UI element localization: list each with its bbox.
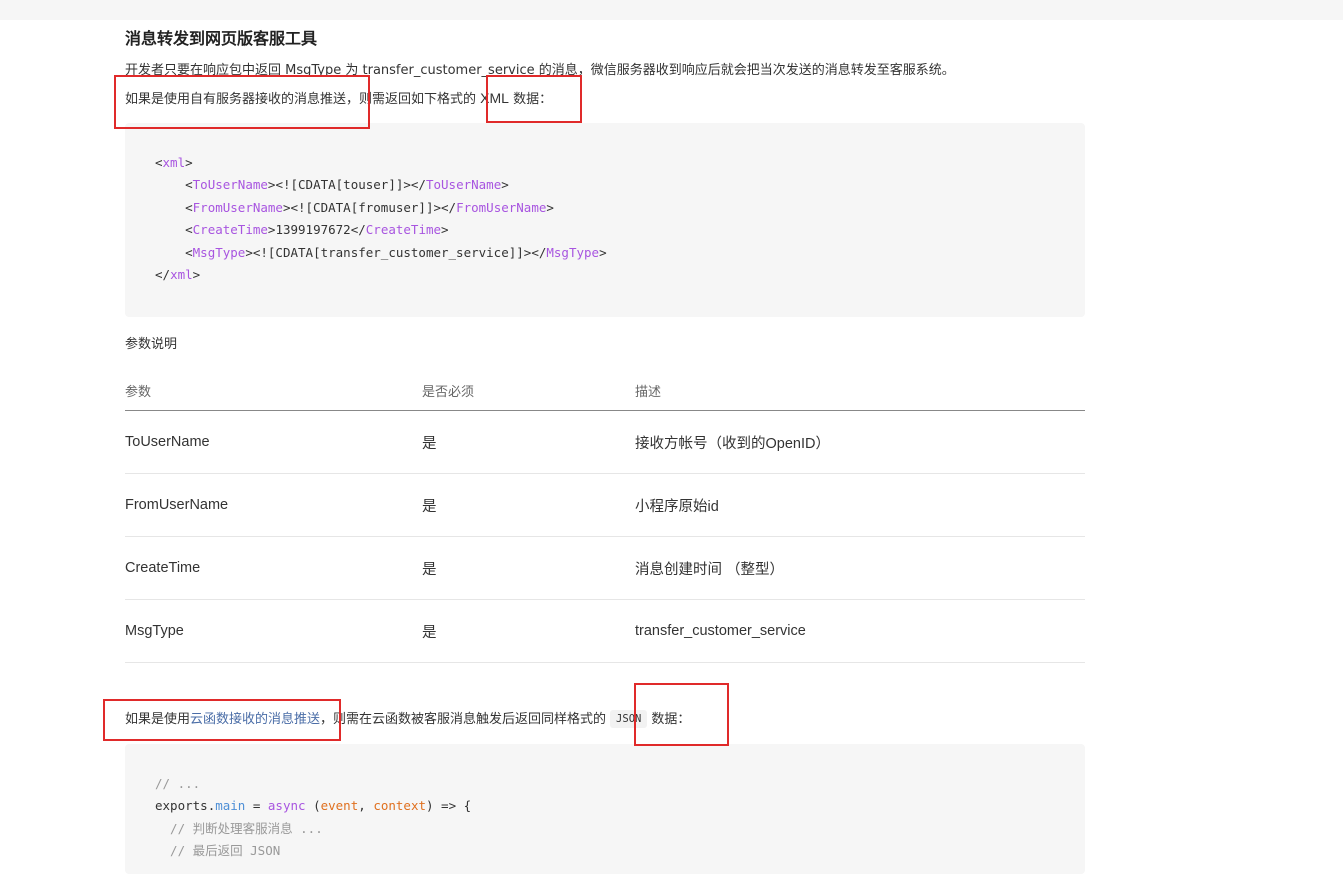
js-code-block: // ... exports.main = async (event, cont… <box>125 744 1085 874</box>
xml-field-close-tag: MsgType <box>546 244 600 260</box>
xml-field-close-tag: ToUserName <box>425 177 502 193</box>
param-name: MsgType <box>125 599 422 663</box>
xml-code-block: <xml> <ToUserName><![CDATA[touser]]></To… <box>125 123 1085 317</box>
params-label: 参数说明 <box>125 337 178 352</box>
code-comma: , <box>358 798 374 814</box>
header-description: 描述 <box>635 370 1085 411</box>
code-exports: exports <box>155 798 208 814</box>
highlight-box-server-push <box>114 75 370 129</box>
table-row: MsgType 是 transfer_customer_service <box>125 599 1085 663</box>
xml-field-value: <![CDATA[transfer_customer_service]]> <box>252 244 532 260</box>
code-main: main <box>215 798 246 814</box>
code-context: context <box>373 798 426 814</box>
param-description: transfer_customer_service <box>635 599 1085 663</box>
js-code: // ... exports.main = async (event, cont… <box>155 773 471 863</box>
param-description: 消息创建时间 （整型） <box>635 536 1085 600</box>
param-required: 是 <box>422 536 635 600</box>
params-table: 参数 是否必须 描述 ToUserName 是 接收方帐号（收到的OpenID）… <box>125 370 1085 663</box>
xml-field-value: 1399197672 <box>275 222 351 238</box>
code-comment: // 判断处理客服消息 ... <box>155 820 323 836</box>
param-name: ToUserName <box>125 410 422 474</box>
top-bar <box>0 0 1343 20</box>
code-async: async <box>267 798 306 814</box>
param-name: FromUserName <box>125 473 422 537</box>
param-required: 是 <box>422 473 635 537</box>
section-title: 消息转发到网页版客服工具 <box>125 29 318 48</box>
xml-close-tag: xml <box>170 267 193 283</box>
xml-code: <xml> <ToUserName><![CDATA[touser]]></To… <box>155 155 607 283</box>
xml-field-value: <![CDATA[touser]]> <box>275 177 411 193</box>
code-comment: // ... <box>155 776 201 791</box>
highlight-box-json <box>634 683 729 746</box>
header-required: 是否必须 <box>422 370 635 411</box>
param-required: 是 <box>422 599 635 663</box>
param-description: 接收方帐号（收到的OpenID） <box>635 410 1085 474</box>
xml-field-value: <![CDATA[fromuser]]> <box>290 199 441 215</box>
xml-open-tag: xml <box>162 155 186 170</box>
param-description: 小程序原始id <box>635 473 1085 537</box>
table-row: FromUserName 是 小程序原始id <box>125 473 1085 537</box>
highlight-box-cloud-push <box>103 699 341 741</box>
code-open-paren: ( <box>305 798 321 814</box>
xml-field-tag: CreateTime <box>192 222 268 238</box>
xml-field-tag: MsgType <box>192 244 246 260</box>
table-header-row: 参数 是否必须 描述 <box>125 370 1085 411</box>
code-eq: = <box>245 798 268 814</box>
code-arrow: ) => { <box>426 798 472 814</box>
xml-field-tag: ToUserName <box>192 177 268 193</box>
header-param: 参数 <box>125 370 422 411</box>
xml-field-close-tag: CreateTime <box>365 222 442 238</box>
table-row: ToUserName 是 接收方帐号（收到的OpenID） <box>125 410 1085 474</box>
table-row: CreateTime 是 消息创建时间 （整型） <box>125 536 1085 600</box>
param-name: CreateTime <box>125 536 422 600</box>
code-event: event <box>320 798 359 814</box>
xml-field-tag: FromUserName <box>192 199 283 215</box>
xml-field-close-tag: FromUserName <box>456 199 547 215</box>
highlight-box-xml <box>486 75 582 123</box>
param-required: 是 <box>422 410 635 474</box>
code-comment: // 最后返回 JSON <box>155 843 281 859</box>
cloud-push-middle: ，则需在云函数被客服消息触发后返回同样格式的 <box>320 712 607 727</box>
